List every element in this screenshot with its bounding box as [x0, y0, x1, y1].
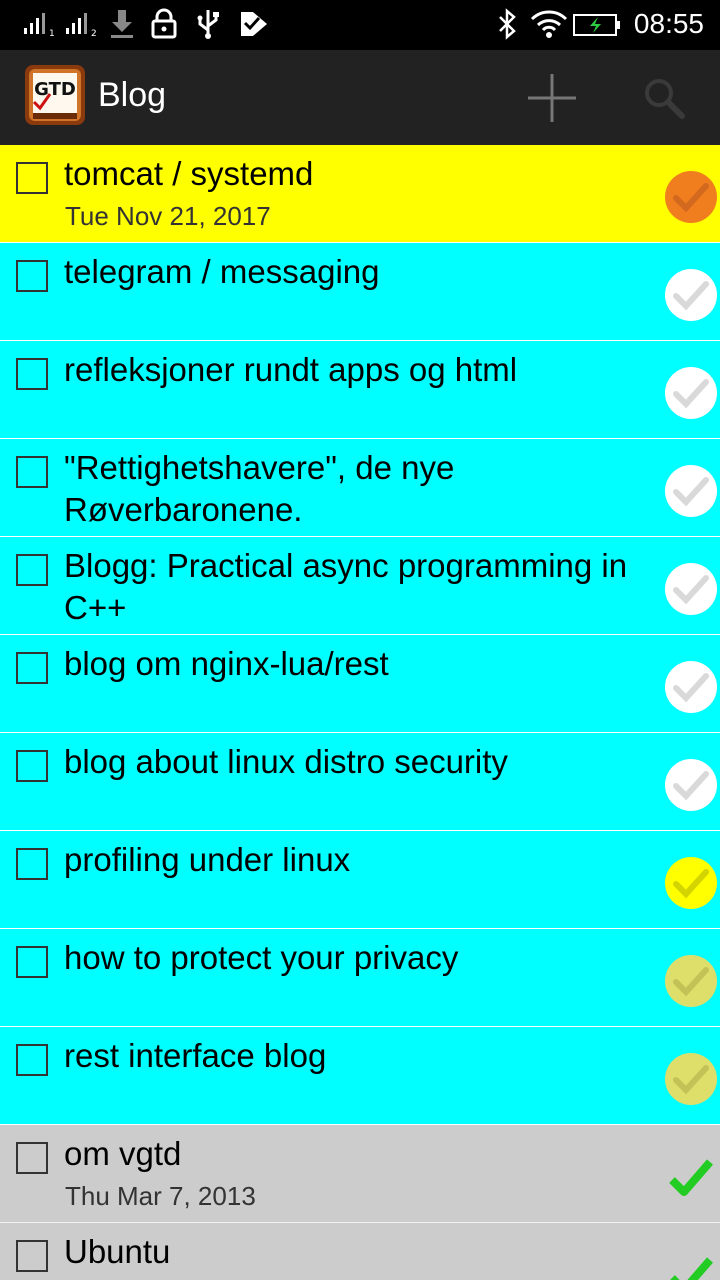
- task-title: blog om nginx-lua/rest: [64, 645, 389, 682]
- task-title: profiling under linux: [64, 841, 351, 878]
- svg-text:1: 1: [49, 29, 55, 38]
- white-check-circle-icon[interactable]: [664, 758, 718, 812]
- task-title: rest interface blog: [64, 1037, 327, 1074]
- bluetooth-icon: [499, 8, 516, 40]
- white-check-circle-icon[interactable]: [664, 464, 718, 518]
- white-check-circle-icon[interactable]: [664, 660, 718, 714]
- page-title: Blog: [98, 76, 167, 114]
- task-row[interactable]: om vgtd Thu Mar 7, 2013: [0, 1125, 720, 1223]
- task-list[interactable]: tomcat / systemd Tue Nov 21, 2017 telegram…: [0, 145, 720, 1280]
- task-checkbox[interactable]: [16, 162, 48, 194]
- task-title: Ubuntu: [64, 1233, 171, 1270]
- task-title: tomcat / systemd: [64, 155, 314, 192]
- search-icon[interactable]: [642, 76, 686, 120]
- task-checkbox[interactable]: [16, 652, 48, 684]
- lock-icon: [151, 8, 177, 39]
- task-row[interactable]: profiling under linux: [0, 831, 720, 929]
- plus-icon[interactable]: [526, 72, 578, 124]
- task-checkbox[interactable]: [16, 1044, 48, 1076]
- svg-text:2: 2: [91, 29, 97, 38]
- task-checkbox[interactable]: [16, 848, 48, 880]
- white-check-circle-icon[interactable]: [664, 268, 718, 322]
- usb-icon: [197, 10, 219, 39]
- task-checkbox[interactable]: [16, 554, 48, 586]
- task-checkbox[interactable]: [16, 260, 48, 292]
- orange-check-circle-icon[interactable]: [664, 170, 718, 224]
- task-row[interactable]: Blogg: Practical async programming in C+…: [0, 537, 720, 635]
- task-row[interactable]: refleksjoner rundt apps og html: [0, 341, 720, 439]
- app-logo-icon[interactable]: GTD: [24, 64, 86, 126]
- wifi-icon: [530, 10, 568, 38]
- green-check-icon[interactable]: [664, 1150, 718, 1204]
- task-title: how to protect your privacy: [64, 939, 459, 976]
- green-check-icon[interactable]: [664, 1248, 718, 1280]
- action-bar: GTD Blog: [0, 50, 720, 145]
- task-row[interactable]: telegram / messaging: [0, 243, 720, 341]
- task-checkbox[interactable]: [16, 358, 48, 390]
- task-date: Tue Nov 21, 2017: [65, 201, 271, 231]
- olive-check-circle-icon[interactable]: [664, 954, 718, 1008]
- task-row[interactable]: rest interface blog: [0, 1027, 720, 1125]
- task-row[interactable]: "Rettighetshavere", de nye Røverbaronene…: [0, 439, 720, 537]
- signal-sim1-icon: 1: [24, 13, 55, 38]
- task-checkbox[interactable]: [16, 750, 48, 782]
- task-date: Thu Mar 7, 2013: [65, 1181, 256, 1211]
- task-row[interactable]: tomcat / systemd Tue Nov 21, 2017: [0, 145, 720, 243]
- task-title: telegram / messaging: [64, 253, 380, 290]
- yellow-check-circle-icon[interactable]: [664, 856, 718, 910]
- task-title: blog about linux distro security: [64, 743, 508, 780]
- task-title: om vgtd: [64, 1135, 182, 1172]
- task-row[interactable]: blog om nginx-lua/rest: [0, 635, 720, 733]
- white-check-circle-icon[interactable]: [664, 366, 718, 420]
- download-icon: [111, 10, 133, 38]
- task-title: refleksjoner rundt apps og html: [64, 351, 518, 388]
- signal-sim2-icon: 2: [66, 13, 97, 38]
- checkmark-notification-icon: [241, 12, 267, 36]
- task-checkbox[interactable]: [16, 946, 48, 978]
- olive-check-circle-icon[interactable]: [664, 1052, 718, 1106]
- white-check-circle-icon[interactable]: [664, 562, 718, 616]
- app-logo-text: GTD: [34, 79, 76, 100]
- task-title: "Rettighetshavere", de nye Røverbaronene…: [64, 449, 455, 528]
- task-row[interactable]: blog about linux distro security: [0, 733, 720, 831]
- task-checkbox[interactable]: [16, 1142, 48, 1174]
- task-checkbox[interactable]: [16, 1240, 48, 1272]
- task-title: Blogg: Practical async programming in C+…: [64, 547, 628, 626]
- task-checkbox[interactable]: [16, 456, 48, 488]
- task-row[interactable]: Ubuntu: [0, 1223, 720, 1280]
- battery-charging-icon: [573, 14, 620, 36]
- status-bar: 1 2 08:55: [0, 0, 720, 50]
- clock: 08:55: [633, 8, 704, 39]
- task-row[interactable]: how to protect your privacy: [0, 929, 720, 1027]
